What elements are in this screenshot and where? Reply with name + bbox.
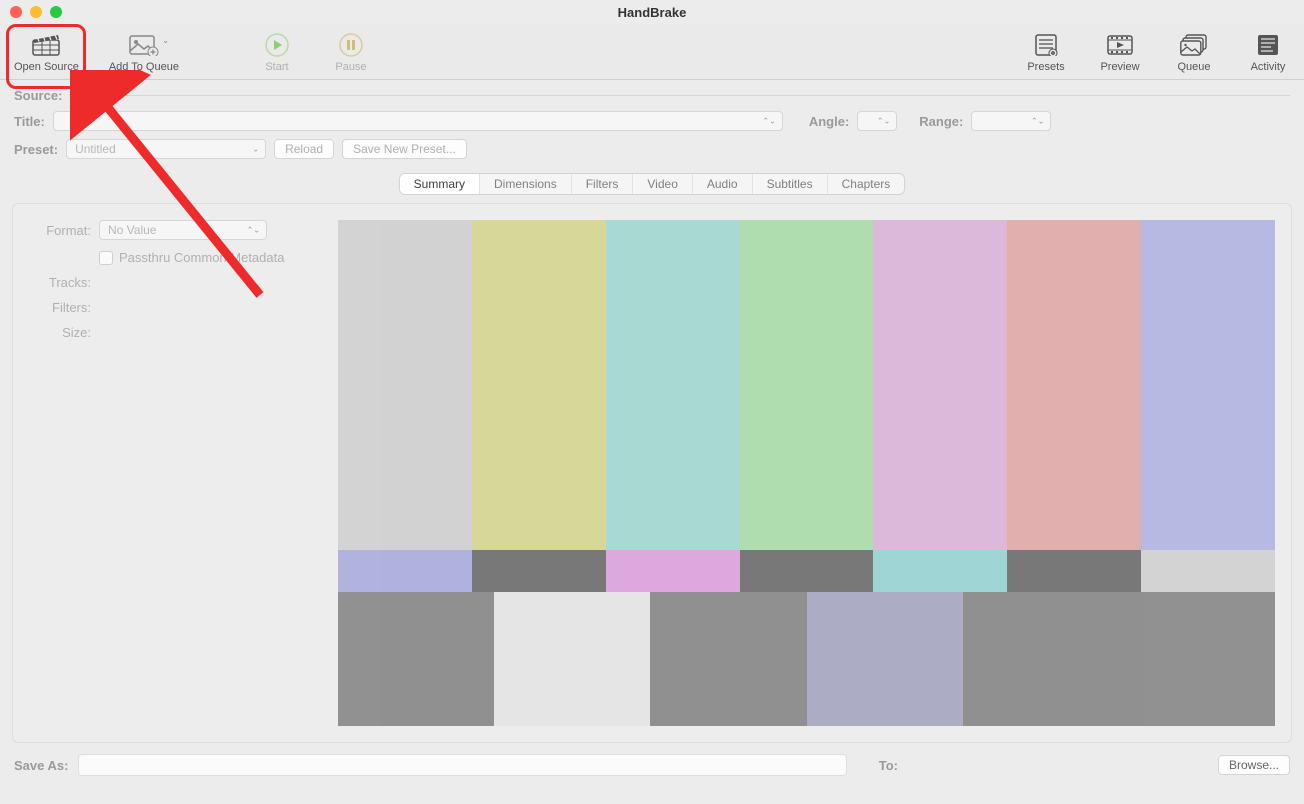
format-select[interactable]: No Value ⌃⌄ <box>99 220 267 240</box>
start-label: Start <box>265 61 288 73</box>
zoom-window-icon[interactable] <box>50 6 62 18</box>
chevron-updown-icon: ⌃⌄ <box>762 117 775 126</box>
tab-video[interactable]: Video <box>633 174 692 194</box>
to-label: To: <box>879 758 898 773</box>
source-row: Source: <box>14 88 1290 103</box>
presets-list-icon <box>1034 31 1058 59</box>
chevron-updown-icon: ⌃⌄ <box>877 117 890 126</box>
reload-button[interactable]: Reload <box>274 139 334 159</box>
passthru-label: Passthru Common Metadata <box>119 250 284 265</box>
add-to-queue-button[interactable]: ⌄ Add To Queue <box>103 24 185 79</box>
passthru-checkbox[interactable] <box>99 251 113 265</box>
angle-label: Angle: <box>809 114 849 129</box>
start-button[interactable]: Start <box>249 24 305 79</box>
format-label: Format: <box>13 223 91 238</box>
preset-value: Untitled <box>75 142 116 156</box>
summary-panel: Format: No Value ⌃⌄ Passthru Common Meta… <box>12 203 1292 743</box>
tab-dimensions[interactable]: Dimensions <box>480 174 572 194</box>
add-image-icon: ⌄ <box>129 31 159 59</box>
activity-label: Activity <box>1251 61 1286 73</box>
saveas-label: Save As: <box>14 758 68 773</box>
queue-label: Queue <box>1177 61 1210 73</box>
source-label: Source: <box>14 88 62 103</box>
preview-label: Preview <box>1100 61 1139 73</box>
queue-button[interactable]: Queue <box>1166 24 1222 79</box>
tab-subtitles[interactable]: Subtitles <box>753 174 828 194</box>
preset-label: Preset: <box>14 142 58 157</box>
chevron-updown-icon: ⌃⌄ <box>247 226 260 235</box>
chevron-down-icon: ⌄ <box>252 145 259 154</box>
preview-image <box>338 220 1275 726</box>
preview-film-icon <box>1107 31 1133 59</box>
titlebar: HandBrake <box>0 0 1304 24</box>
tabs-segmented: SummaryDimensionsFiltersVideoAudioSubtit… <box>399 173 906 195</box>
summary-left-form: Format: No Value ⌃⌄ Passthru Common Meta… <box>13 204 338 742</box>
tab-chapters[interactable]: Chapters <box>828 174 905 194</box>
open-source-label: Open Source <box>14 61 79 73</box>
pause-label: Pause <box>335 61 366 73</box>
range-label: Range: <box>919 114 963 129</box>
toolbar: Open Source ⌄ Add To Queue <box>0 24 1304 80</box>
range-select[interactable]: ⌃⌄ <box>971 111 1051 131</box>
angle-select[interactable]: ⌃⌄ <box>857 111 897 131</box>
title-select[interactable]: ⌃⌄ <box>53 111 783 131</box>
tab-audio[interactable]: Audio <box>693 174 753 194</box>
queue-stack-icon <box>1180 31 1208 59</box>
traffic-lights <box>10 6 62 18</box>
size-label: Size: <box>13 325 91 340</box>
save-new-preset-button[interactable]: Save New Preset... <box>342 139 467 159</box>
play-icon <box>265 31 289 59</box>
saveas-row: Save As: To: Browse... <box>14 754 1290 776</box>
filters-label: Filters: <box>13 300 91 315</box>
browse-button[interactable]: Browse... <box>1218 755 1290 775</box>
add-to-queue-label: Add To Queue <box>109 61 179 73</box>
activity-button[interactable]: Activity <box>1240 24 1296 79</box>
presets-label: Presets <box>1027 61 1064 73</box>
presets-button[interactable]: Presets <box>1018 24 1074 79</box>
preview-button[interactable]: Preview <box>1092 24 1148 79</box>
format-value: No Value <box>108 223 156 237</box>
close-window-icon[interactable] <box>10 6 22 18</box>
title-label: Title: <box>14 114 45 129</box>
tracks-label: Tracks: <box>13 275 91 290</box>
activity-log-icon <box>1256 31 1280 59</box>
app-title: HandBrake <box>0 5 1304 20</box>
pause-button[interactable]: Pause <box>323 24 379 79</box>
clapperboard-icon <box>32 31 60 59</box>
minimize-window-icon[interactable] <box>30 6 42 18</box>
saveas-input[interactable] <box>78 754 846 776</box>
tab-summary[interactable]: Summary <box>400 174 480 194</box>
pause-icon <box>339 31 363 59</box>
tab-filters[interactable]: Filters <box>572 174 634 194</box>
preset-select[interactable]: Untitled ⌄ <box>66 139 266 159</box>
open-source-button[interactable]: Open Source <box>8 24 85 79</box>
chevron-updown-icon: ⌃⌄ <box>1031 117 1044 126</box>
